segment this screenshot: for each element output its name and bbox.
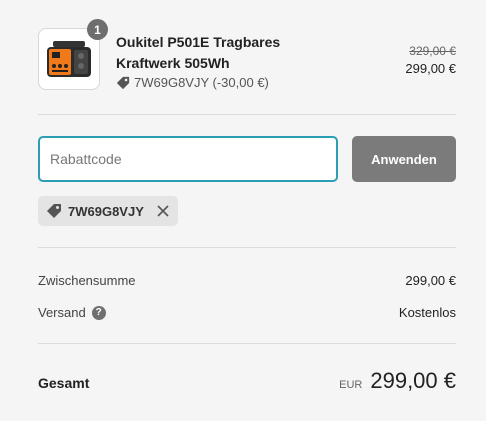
subtotal-value: 299,00 € xyxy=(405,273,456,288)
divider xyxy=(38,114,456,115)
question-circle-icon[interactable]: ? xyxy=(91,305,106,320)
current-price: 299,00 € xyxy=(405,61,456,76)
line-item-discount-text: 7W69G8VJY (-30,00 €) xyxy=(134,75,269,90)
divider xyxy=(38,343,456,344)
applied-discount-chip: 7W69G8VJY xyxy=(38,196,178,226)
shipping-label-group: Versand ? xyxy=(38,305,106,320)
applied-discount-code: 7W69G8VJY xyxy=(68,203,144,219)
total-amount: 299,00 € xyxy=(370,368,456,393)
total-currency: EUR xyxy=(339,379,363,391)
shipping-label: Versand xyxy=(38,305,86,320)
total-amount-group: EUR 299,00 € xyxy=(339,368,456,394)
subtotal-label: Zwischensumme xyxy=(38,273,136,288)
cart-line-item: 1 Oukitel P501E Tragbares Kraftwerk 505W… xyxy=(38,19,456,92)
line-item-discount: 7W69G8VJY (-30,00 €) xyxy=(116,75,269,90)
quantity-badge: 1 xyxy=(87,19,108,40)
divider xyxy=(38,247,456,248)
apply-discount-button[interactable]: Anwenden xyxy=(352,136,456,182)
tag-icon xyxy=(116,76,130,89)
shipping-value: Kostenlos xyxy=(398,305,456,320)
total-label: Gesamt xyxy=(38,375,90,391)
power-station-icon xyxy=(47,41,91,77)
price-block: 329,00 € 299,00 € xyxy=(405,44,456,76)
original-price: 329,00 € xyxy=(409,44,456,58)
subtotal-row: Zwischensumme 299,00 € xyxy=(38,273,456,288)
product-thumbnail: 1 xyxy=(38,19,108,90)
discount-code-input[interactable] xyxy=(38,136,338,182)
product-title: Oukitel P501E Tragbares Kraftwerk 505Wh xyxy=(116,34,281,71)
tag-icon xyxy=(47,204,61,218)
shipping-row: Versand ? Kostenlos xyxy=(38,305,456,320)
close-icon[interactable] xyxy=(156,204,170,218)
